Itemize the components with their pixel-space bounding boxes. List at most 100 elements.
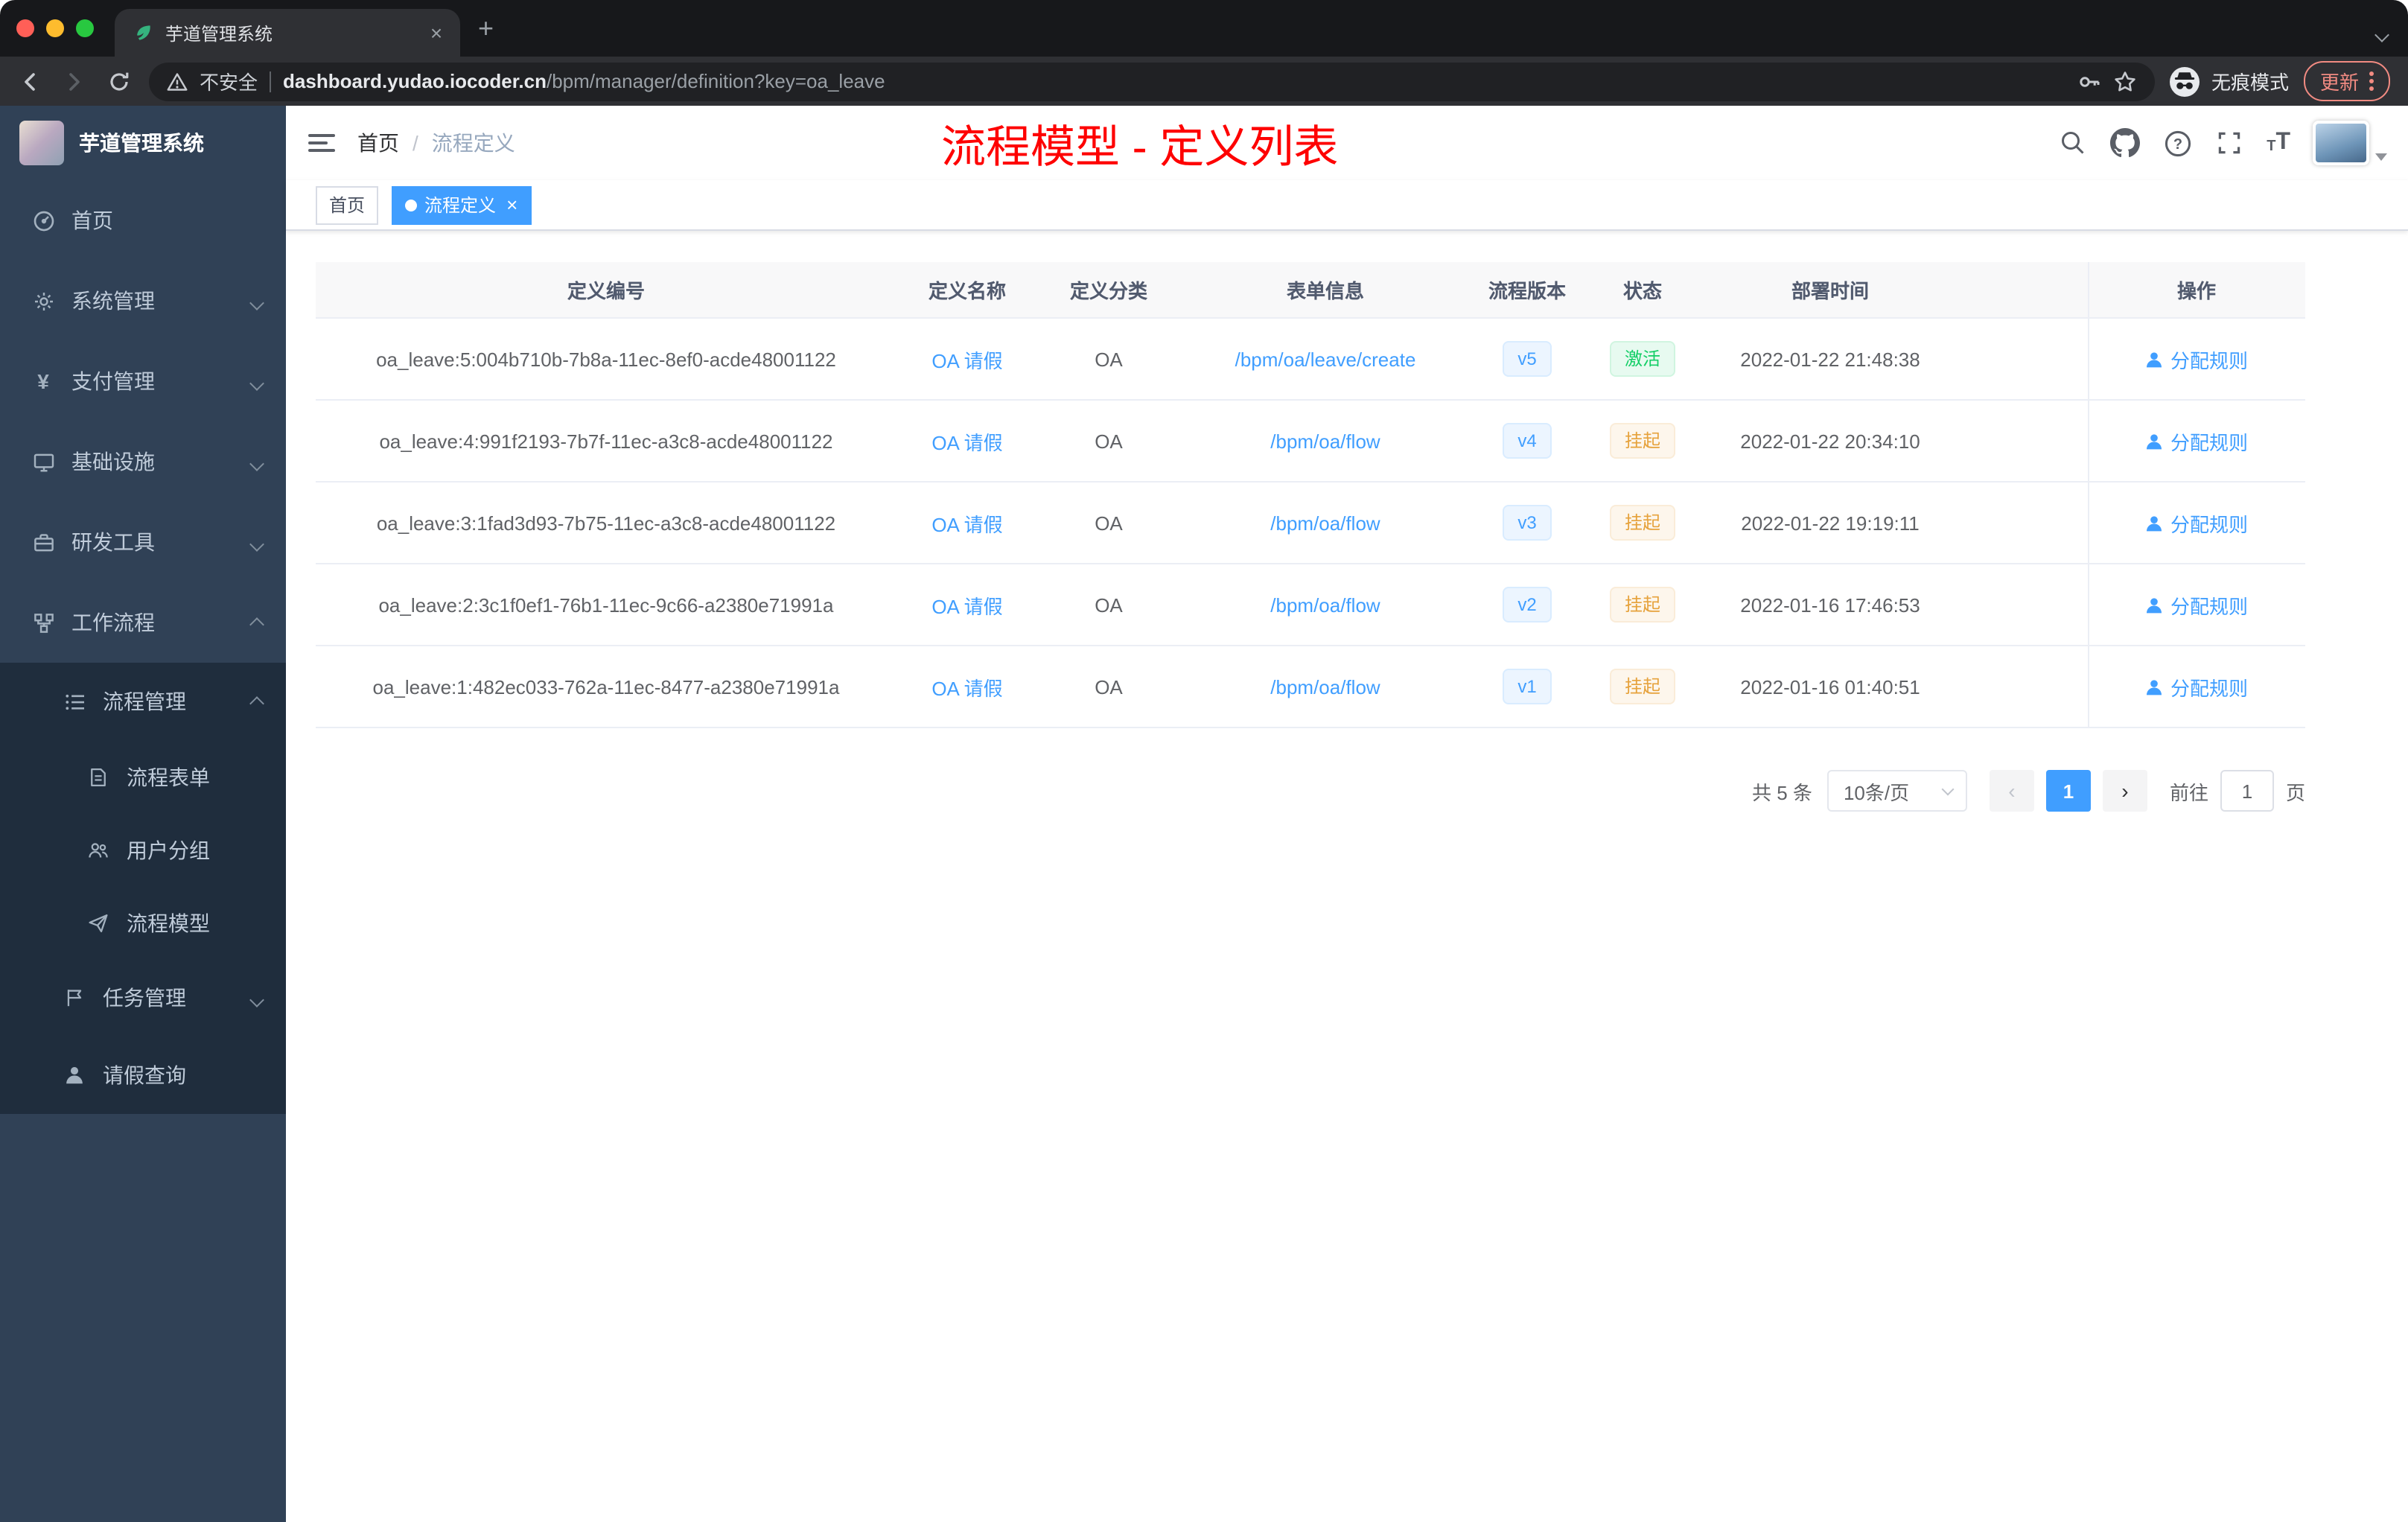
form-link[interactable]: /bpm/oa/flow — [1270, 593, 1380, 616]
navbar: 首页 / 流程定义 流程模型 - 定义列表 ? T T — [286, 106, 2408, 180]
security-label: 不安全 — [200, 71, 258, 94]
url-host: dashboard.yudao.iocoder.cn — [283, 70, 547, 92]
tag-home[interactable]: 首页 — [316, 185, 379, 224]
page-size-select[interactable]: 10条/页 — [1826, 770, 1967, 812]
reload-button[interactable] — [104, 66, 134, 96]
tags-view: 首页 流程定义 × — [286, 180, 2408, 231]
page-unit-label: 页 — [2285, 781, 2305, 803]
assign-rule-button[interactable]: 分配规则 — [2145, 427, 2248, 455]
update-label: 更新 — [2319, 71, 2359, 94]
chevron-down-icon — [1941, 782, 1955, 795]
cell-definition-id: oa_leave:1:482ec033-762a-11ec-8477-a2380… — [372, 675, 840, 698]
chevron-down-icon — [249, 369, 264, 393]
status-badge: 挂起 — [1609, 505, 1675, 541]
cell-deploy-time: 2022-01-16 17:46:53 — [1740, 593, 1920, 616]
pager: ‹ 1 › — [1989, 770, 2147, 812]
assign-rule-button[interactable]: 分配规则 — [2145, 590, 2248, 619]
sidebar-logo[interactable]: 芋道管理系统 — [0, 106, 286, 180]
navbar-actions: ? TT — [2058, 121, 2408, 165]
sidebar-item-user-group[interactable]: 用户分组 — [0, 813, 286, 886]
user-icon — [63, 1063, 86, 1087]
chevron-up-icon — [249, 611, 264, 634]
warning-icon — [167, 71, 188, 92]
next-page-button[interactable]: › — [2102, 770, 2147, 812]
help-icon[interactable]: ? — [2162, 128, 2192, 158]
new-tab-button[interactable]: + — [478, 15, 494, 42]
sidebar-item-home[interactable]: 首页 — [0, 180, 286, 261]
cell-definition-id: oa_leave:3:1fad3d93-7b75-11ec-a3c8-acde4… — [376, 512, 836, 534]
assign-rule-button[interactable]: 分配规则 — [2145, 672, 2248, 701]
window-minimize-button[interactable] — [46, 19, 64, 37]
definition-name-link[interactable]: OA 请假 — [931, 349, 1002, 372]
browser-tab[interactable]: 芋道管理系统 × — [115, 9, 460, 57]
tab-search-chevron-icon[interactable] — [2374, 21, 2389, 48]
dashboard-icon — [31, 208, 55, 232]
window-zoom-button[interactable] — [76, 19, 94, 37]
assign-rule-button[interactable]: 分配规则 — [2145, 345, 2248, 373]
sidebar-item-process-model[interactable]: 流程模型 — [0, 886, 286, 959]
browser-menu-icon[interactable] — [2369, 71, 2374, 91]
sidebar-item-devtools[interactable]: 研发工具 — [0, 502, 286, 582]
sidebar-item-workflow[interactable]: 工作流程 — [0, 582, 286, 663]
search-icon[interactable] — [2058, 128, 2088, 158]
form-link[interactable]: /bpm/oa/flow — [1270, 512, 1380, 534]
version-tag: v2 — [1503, 587, 1552, 623]
sidebar-item-process-management[interactable]: 流程管理 — [0, 663, 286, 740]
github-icon[interactable] — [2110, 128, 2141, 158]
logo-avatar — [19, 121, 64, 165]
page-content: 定义编号 定义名称 定义分类 表单信息 流程版本 状态 部署时间 操作 oa_l… — [286, 231, 2408, 1522]
definition-name-link[interactable]: OA 请假 — [931, 513, 1002, 535]
address-bar[interactable]: 不安全 dashboard.yudao.iocoder.cn/bpm/manag… — [149, 62, 2155, 101]
font-size-icon[interactable]: TT — [2267, 130, 2290, 155]
cell-definition-id: oa_leave:4:991f2193-7b7f-11ec-a3c8-acde4… — [379, 430, 833, 452]
user-menu[interactable] — [2313, 121, 2387, 165]
cell-category: OA — [1095, 512, 1123, 534]
chevron-down-icon — [2375, 153, 2387, 161]
column-header: 状态 — [1622, 280, 1662, 302]
chevron-down-icon — [249, 986, 264, 1010]
definition-name-link[interactable]: OA 请假 — [931, 595, 1002, 617]
sidebar-toggle-icon[interactable] — [286, 106, 357, 180]
form-link[interactable]: /bpm/oa/flow — [1270, 430, 1380, 452]
sidebar-item-leave-query[interactable]: 请假查询 — [0, 1037, 286, 1114]
assign-rule-button[interactable]: 分配规则 — [2145, 509, 2248, 537]
breadcrumb-home[interactable]: 首页 — [357, 128, 399, 158]
cell-deploy-time: 2022-01-16 01:40:51 — [1740, 675, 1920, 698]
definition-name-link[interactable]: OA 请假 — [931, 677, 1002, 699]
sidebar-item-task-management[interactable]: 任务管理 — [0, 959, 286, 1037]
version-tag: v4 — [1503, 423, 1552, 459]
goto-page-input[interactable] — [2220, 770, 2274, 812]
back-button[interactable] — [15, 66, 45, 96]
sidebar-item-infrastructure[interactable]: 基础设施 — [0, 421, 286, 502]
goto-label: 前往 — [2169, 781, 2208, 803]
fullscreen-icon[interactable] — [2214, 128, 2244, 158]
bookmark-star-icon[interactable] — [2113, 69, 2137, 93]
form-link[interactable]: /bpm/oa/flow — [1270, 675, 1380, 698]
sidebar-item-payment[interactable]: ¥ 支付管理 — [0, 341, 286, 421]
version-tag: v5 — [1503, 341, 1552, 377]
prev-page-button[interactable]: ‹ — [1989, 770, 2034, 812]
form-link[interactable]: /bpm/oa/leave/create — [1235, 348, 1416, 370]
screen: 芋道管理系统 × + 不安全 dashboard.yudao.iocoder.c… — [0, 0, 2408, 1522]
sidebar-item-system[interactable]: 系统管理 — [0, 261, 286, 341]
avatar[interactable] — [2313, 121, 2369, 165]
tab-close-icon[interactable]: × — [424, 21, 448, 45]
users-icon — [86, 838, 110, 862]
forward-button[interactable] — [60, 66, 89, 96]
definition-table: 定义编号 定义名称 定义分类 表单信息 流程版本 状态 部署时间 操作 oa_l… — [316, 262, 2305, 728]
sidebar-item-process-form[interactable]: 流程表单 — [0, 740, 286, 813]
window-close-button[interactable] — [16, 19, 34, 37]
close-icon[interactable]: × — [506, 195, 517, 214]
tag-process-definition[interactable]: 流程定义 × — [392, 185, 532, 224]
key-icon[interactable] — [2077, 69, 2101, 93]
page-number-button[interactable]: 1 — [2045, 770, 2091, 812]
incognito-label: 无痕模式 — [2211, 71, 2289, 94]
total-count: 共 5 条 — [1752, 781, 1812, 803]
definition-name-link[interactable]: OA 请假 — [931, 431, 1002, 453]
status-badge: 挂起 — [1609, 587, 1675, 623]
toolbox-icon — [31, 530, 55, 554]
update-button[interactable]: 更新 — [2303, 61, 2390, 101]
url-path: /bpm/manager/definition?key=oa_leave — [547, 70, 885, 92]
paper-plane-icon — [86, 911, 110, 934]
incognito-icon — [2169, 66, 2200, 96]
